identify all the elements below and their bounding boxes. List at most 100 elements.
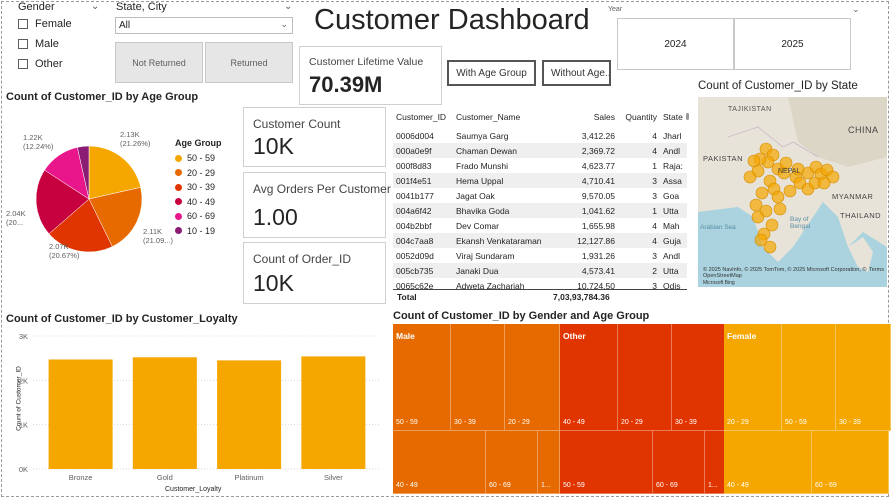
- column-header[interactable]: Customer_ID: [393, 106, 453, 128]
- pie-legend-title: Age Group: [175, 138, 222, 148]
- table-cell: Viraj Sundaram: [456, 250, 515, 261]
- checkbox-icon[interactable]: [18, 59, 28, 69]
- chevron-down-icon: ⌄: [280, 19, 288, 29]
- column-header[interactable]: Quantity: [618, 106, 660, 128]
- table-cell: 004c7aa8: [396, 235, 434, 246]
- gender-slicer-title: Gender: [18, 1, 55, 13]
- x-tick-label: Silver: [324, 473, 343, 482]
- checkbox-icon[interactable]: [18, 19, 28, 29]
- column-header[interactable]: Customer_Name: [453, 106, 550, 128]
- treemap-cell[interactable]: 30 - 39: [836, 324, 891, 431]
- chevron-down-icon[interactable]: ⌄: [91, 1, 99, 12]
- total-label: Total: [397, 292, 417, 302]
- table-row[interactable]: 000a0e9f Chaman Dewan 2,369.72 4 Andl: [393, 143, 687, 158]
- pie-legend-item[interactable]: 60 - 69: [175, 209, 222, 224]
- table-row[interactable]: 0041b177 Jagat Oak 9,570.05 3 Goa: [393, 188, 687, 203]
- treemap-cell[interactable]: 20 - 29: [618, 324, 672, 431]
- map-terms-link[interactable]: Terms: [869, 267, 884, 273]
- treemap-cell[interactable]: 1...: [538, 431, 560, 494]
- without-age-button[interactable]: Without Age...: [542, 60, 611, 86]
- table-cell: 1: [652, 205, 657, 216]
- map-bubble[interactable]: [817, 176, 831, 190]
- table-row[interactable]: 0052d09d Viraj Sundaram 1,931.26 3 Andl: [393, 248, 687, 263]
- pie-chart-title: Count of Customer_ID by Age Group: [6, 91, 199, 103]
- map-visual[interactable]: TAJIKISTAN CHINA PAKISTAN NEPAL MYANMAR …: [698, 97, 887, 287]
- bar[interactable]: [48, 359, 113, 469]
- treemap-cell[interactable]: 50 - 59: [782, 324, 836, 431]
- with-age-group-button[interactable]: With Age Group: [447, 60, 536, 86]
- table-row[interactable]: 001f4e51 Hema Uppal 4,710.41 3 Assa: [393, 173, 687, 188]
- gender-option-other[interactable]: Other: [18, 54, 72, 74]
- pie-data-label: 2.07K: [49, 242, 69, 251]
- pie-data-label: 1.22K: [23, 133, 43, 142]
- tile-not-returned[interactable]: Not Returned: [115, 42, 203, 83]
- state-city-slicer-title: State, City: [116, 1, 167, 13]
- chevron-down-icon[interactable]: ⌄: [284, 1, 292, 12]
- table-scrollbar[interactable]: [686, 113, 689, 120]
- pie-legend-item[interactable]: 40 - 49: [175, 195, 222, 210]
- table-row[interactable]: 004c7aa8 Ekansh Venkataraman 12,127.86 4 Guj…: [393, 233, 687, 248]
- pie-legend-item[interactable]: 30 - 39: [175, 180, 222, 195]
- treemap-cell[interactable]: 20 - 29: [505, 324, 560, 431]
- treemap-cell-label: 60 - 69: [815, 482, 837, 489]
- table-cell: 005cb735: [396, 265, 434, 276]
- map-bubble[interactable]: [754, 233, 768, 247]
- treemap-cell[interactable]: 20 - 29 Female: [724, 324, 782, 431]
- map-bubble[interactable]: [743, 170, 757, 184]
- card-label: Avg Orders Per Customer: [253, 182, 391, 196]
- tile-year-2024[interactable]: 2024: [617, 18, 734, 70]
- treemap-cell-label: 50 - 59: [396, 419, 418, 426]
- column-header[interactable]: State: [660, 106, 687, 128]
- table-row[interactable]: 0006d004 Saumya Garg 3,412.26 4 Jharl: [393, 128, 687, 143]
- table-row[interactable]: 004b2bbf Dev Comar 1,655.98 4 Mah: [393, 218, 687, 233]
- treemap-cell[interactable]: 40 - 49 Other: [560, 324, 618, 431]
- map-bubble[interactable]: [783, 184, 797, 198]
- table-cell: 000f8d83: [396, 160, 432, 171]
- treemap-cell[interactable]: 50 - 59: [560, 431, 653, 494]
- card-value: 10K: [253, 133, 294, 159]
- map-bubble[interactable]: [771, 190, 785, 204]
- table-row[interactable]: 005cb735 Janaki Dua 4,573.41 2 Utta: [393, 263, 687, 278]
- checkbox-icon[interactable]: [18, 39, 28, 49]
- pie-legend-item[interactable]: 20 - 29: [175, 166, 222, 181]
- gender-option-female[interactable]: Female: [18, 14, 72, 34]
- state-city-dropdown[interactable]: All ⌄: [115, 17, 293, 34]
- bar-chart: Bronze Gold Platinum Silver 0K1K2K3K: [19, 332, 380, 482]
- tile-year-2025[interactable]: 2025: [734, 18, 851, 70]
- treemap[interactable]: 50 - 59 Male 30 - 39 20 - 29 40 - 49 60 - 69 1…: [393, 324, 891, 494]
- tile-returned[interactable]: Returned: [205, 42, 293, 83]
- gender-option-male[interactable]: Male: [18, 34, 72, 54]
- pie-legend-item[interactable]: 10 - 19: [175, 224, 222, 239]
- table-cell: Raja:: [663, 160, 683, 171]
- treemap-cell[interactable]: 30 - 39: [672, 324, 727, 431]
- map-label-china: CHINA: [848, 125, 879, 135]
- table-cell: 4: [652, 235, 657, 246]
- treemap-cell[interactable]: 60 - 69: [653, 431, 705, 494]
- treemap-cell[interactable]: 60 - 69: [812, 431, 889, 494]
- treemap-cell[interactable]: 30 - 39: [451, 324, 505, 431]
- legend-dot-icon: [175, 227, 182, 235]
- table-row[interactable]: 004a6f42 Bhavika Goda 1,041.62 1 Utta: [393, 203, 687, 218]
- card-label: Count of Order_ID: [253, 252, 352, 266]
- map-bubble[interactable]: [773, 202, 787, 216]
- bar[interactable]: [301, 356, 366, 469]
- treemap-cell[interactable]: 60 - 69: [486, 431, 538, 494]
- customer-table[interactable]: Customer_ID Customer_Name Sales Quantity Sta…: [393, 106, 687, 304]
- bar[interactable]: [217, 360, 282, 469]
- pie-legend-item[interactable]: 50 - 59: [175, 151, 222, 166]
- table-cell: 0006d004: [396, 130, 434, 141]
- treemap-cell[interactable]: 40 - 49: [724, 431, 812, 494]
- treemap-cell[interactable]: 40 - 49: [393, 431, 486, 494]
- table-cell: 0052d09d: [396, 250, 434, 261]
- bar[interactable]: [132, 357, 197, 469]
- table-row[interactable]: 000f8d83 Frado Munshi 4,623.77 1 Raja:: [393, 158, 687, 173]
- map-bubble[interactable]: [755, 186, 769, 200]
- map-bubble[interactable]: [751, 210, 765, 224]
- card-value: 10K: [253, 270, 294, 296]
- treemap-cell[interactable]: 50 - 59 Male: [393, 324, 451, 431]
- bing-logo: Microsoft Bing: [703, 280, 735, 286]
- pie-percent-label: (20.67%): [49, 251, 80, 260]
- column-header[interactable]: Sales: [550, 106, 618, 128]
- chevron-down-icon[interactable]: ⌄: [852, 4, 860, 15]
- table-cell: Janaki Dua: [456, 265, 499, 276]
